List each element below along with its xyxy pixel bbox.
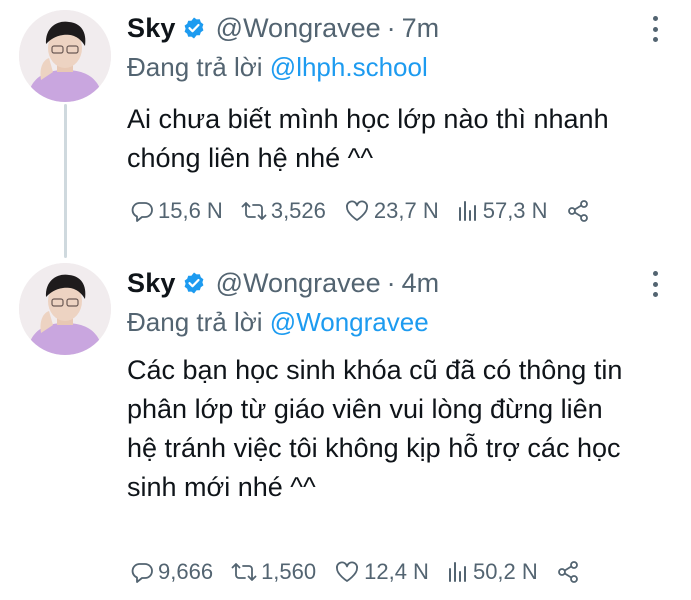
more-options-icon[interactable] — [651, 271, 659, 297]
like-icon — [345, 200, 368, 221]
share-icon — [567, 200, 588, 222]
display-name[interactable]: Sky — [127, 268, 176, 299]
reply-icon — [131, 563, 153, 583]
reply-button[interactable]: 9,666 — [130, 559, 213, 585]
retweet-icon — [241, 202, 267, 220]
like-button[interactable]: 12,4 N — [334, 559, 429, 585]
views-button[interactable]: 57,3 N — [457, 198, 548, 224]
views-count: 50,2 N — [472, 559, 538, 584]
views-count: 57,3 N — [482, 198, 548, 223]
tweet-actions: 9,666 1,560 12,4 N 50,2 N — [130, 559, 602, 585]
avatar[interactable] — [19, 263, 111, 355]
views-icon — [458, 201, 476, 221]
timestamp[interactable]: 4m — [402, 268, 440, 299]
more-options-icon[interactable] — [651, 16, 659, 42]
reply-context: Đang trả lời @lhph.school — [127, 52, 428, 83]
reply-mention-link[interactable]: @Wongravee — [270, 307, 429, 337]
like-button[interactable]: 23,7 N — [344, 198, 439, 224]
like-icon — [336, 561, 359, 582]
retweet-button[interactable]: 1,560 — [231, 559, 316, 585]
retweet-count: 1,560 — [261, 559, 317, 584]
timestamp[interactable]: 7m — [402, 13, 440, 44]
tweet-header: Sky @Wongravee · 4m — [127, 263, 439, 303]
separator-dot: · — [386, 267, 396, 298]
reply-prefix: Đang trả lời — [127, 307, 263, 337]
verified-badge-icon — [182, 16, 206, 40]
retweet-button[interactable]: 3,526 — [241, 198, 326, 224]
views-icon — [448, 562, 466, 582]
like-count: 12,4 N — [364, 559, 429, 584]
reply-button[interactable]: 15,6 N — [130, 198, 223, 224]
avatar[interactable] — [19, 10, 111, 102]
retweet-count: 3,526 — [270, 198, 326, 223]
user-handle[interactable]: @Wongravee — [216, 13, 381, 44]
display-name[interactable]: Sky — [127, 13, 176, 44]
verified-badge-icon — [182, 271, 206, 295]
tweet-text: Các bạn học sinh khóa cũ đã có thông tin… — [127, 355, 623, 502]
share-icon — [557, 561, 578, 583]
share-button[interactable] — [556, 560, 584, 584]
reply-count: 9,666 — [158, 559, 214, 584]
reply-context: Đang trả lời @Wongravee — [127, 307, 429, 338]
like-count: 23,7 N — [373, 198, 439, 223]
reply-count: 15,6 N — [158, 198, 223, 223]
tweet-actions: 15,6 N 3,526 23,7 N 57,3 N — [130, 198, 612, 224]
separator-dot: · — [386, 12, 396, 43]
tweet-header: Sky @Wongravee · 7m — [127, 8, 439, 48]
reply-prefix: Đang trả lời — [127, 52, 263, 82]
thread-connector-line — [64, 104, 67, 258]
user-handle[interactable]: @Wongravee — [216, 268, 381, 299]
views-button[interactable]: 50,2 N — [447, 559, 538, 585]
retweet-icon — [231, 563, 257, 581]
share-button[interactable] — [566, 199, 594, 223]
reply-icon — [131, 202, 153, 222]
reply-mention-link[interactable]: @lhph.school — [270, 52, 428, 82]
tweet-text: Ai chưa biết mình học lớp nào thì nhanh … — [127, 104, 609, 173]
